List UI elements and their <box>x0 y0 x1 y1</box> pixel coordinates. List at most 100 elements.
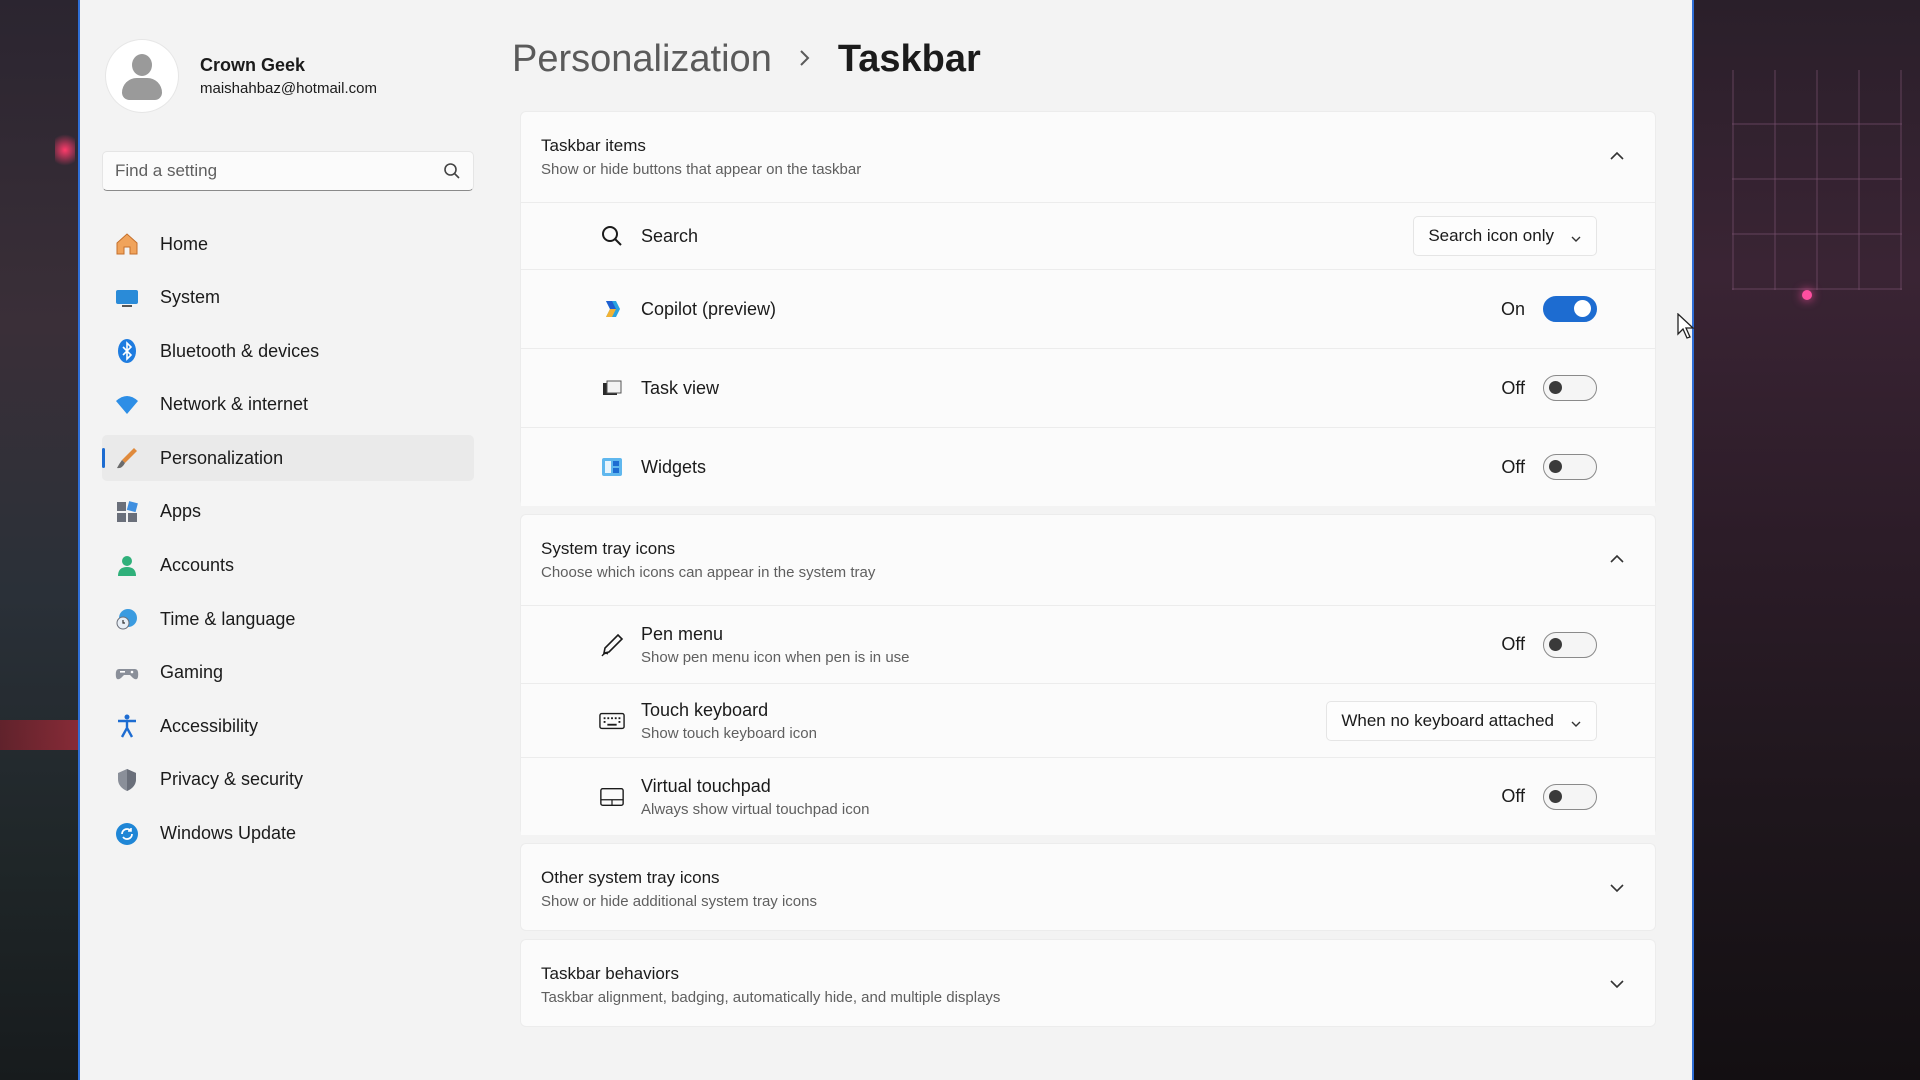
section-subtitle: Choose which icons can appear in the sys… <box>541 564 876 581</box>
accounts-icon <box>114 553 140 579</box>
profile-email: maishahbaz@hotmail.com <box>200 80 377 97</box>
setting-label: Search <box>641 225 699 246</box>
setting-row-search: Search Search icon only <box>521 202 1655 269</box>
chevron-down-icon <box>1570 715 1582 727</box>
section-title: System tray icons <box>541 539 676 558</box>
user-profile[interactable]: Crown Geek maishahbaz@hotmail.com <box>106 40 377 112</box>
taskbar-items-header[interactable]: Taskbar items Show or hide buttons that … <box>521 112 1655 202</box>
breadcrumb-parent[interactable]: Personalization <box>512 38 772 81</box>
wallpaper-right <box>1692 0 1920 1080</box>
keyboard-icon <box>599 708 625 734</box>
shield-icon <box>114 767 140 793</box>
sidebar-item-personalization[interactable]: Personalization <box>102 435 474 482</box>
brush-icon <box>114 445 140 471</box>
touchpad-icon <box>599 784 625 810</box>
setting-label: Copilot (preview) <box>641 298 777 319</box>
task-view-toggle[interactable] <box>1543 375 1597 401</box>
sidebar-item-label: Network & internet <box>160 394 309 415</box>
setting-label: Touch keyboard <box>641 699 769 720</box>
system-icon <box>114 285 140 311</box>
taskbar-behaviors-section[interactable]: Taskbar behaviors Taskbar alignment, bad… <box>520 939 1656 1027</box>
chevron-up-icon[interactable] <box>1609 551 1625 567</box>
avatar <box>106 40 178 112</box>
setting-label: Widgets <box>641 456 707 477</box>
widgets-icon <box>599 454 625 480</box>
sidebar-item-label: Apps <box>160 501 202 522</box>
toggle-state-label: Off <box>1501 377 1525 398</box>
sidebar-item-gaming[interactable]: Gaming <box>102 650 474 696</box>
section-subtitle: Show or hide buttons that appear on the … <box>541 161 862 178</box>
section-title: Other system tray icons <box>541 868 720 887</box>
chevron-up-icon[interactable] <box>1609 148 1625 164</box>
chevron-down-icon <box>1570 230 1582 242</box>
sidebar-item-accounts[interactable]: Accounts <box>102 543 474 589</box>
toggle-state-label: Off <box>1501 634 1525 654</box>
system-tray-header[interactable]: System tray icons Choose which icons can… <box>521 515 1655 605</box>
toggle-state-label: Off <box>1501 456 1525 477</box>
sidebar-item-label: Time & language <box>160 608 296 629</box>
search-box[interactable] <box>102 151 474 191</box>
setting-row-copilot: Copilot (preview) On <box>521 269 1655 348</box>
setting-row-virtual-touchpad: Virtual touchpad Always show virtual tou… <box>521 757 1655 835</box>
toggle-state-label: Off <box>1501 786 1525 806</box>
sidebar-item-label: Home <box>160 233 209 254</box>
sidebar-item-home[interactable]: Home <box>102 221 474 267</box>
chevron-right-icon <box>798 44 812 75</box>
sidebar-item-label: Accounts <box>160 555 235 576</box>
setting-row-task-view: Task view Off <box>521 348 1655 427</box>
bluetooth-icon <box>114 338 140 364</box>
window-grid-decoration <box>1732 70 1902 290</box>
sidebar-item-label: Accessibility <box>160 715 259 736</box>
settings-window: Crown Geek maishahbaz@hotmail.com Home S… <box>80 0 1695 1080</box>
sidebar-item-system[interactable]: System <box>102 275 474 321</box>
widgets-toggle[interactable] <box>1543 454 1597 480</box>
other-tray-header[interactable]: Other system tray icons Show or hide add… <box>521 844 1655 932</box>
sidebar-item-privacy[interactable]: Privacy & security <box>102 757 474 803</box>
sidebar-item-label: Windows Update <box>160 823 297 844</box>
toggle-state-label: On <box>1500 298 1525 319</box>
wifi-icon <box>114 392 140 418</box>
sidebar-item-time-language[interactable]: Time & language <box>102 596 474 642</box>
setting-description: Always show virtual touchpad icon <box>641 800 870 818</box>
sidebar-item-apps[interactable]: Apps <box>102 489 474 535</box>
search-input[interactable] <box>115 161 443 181</box>
task-view-icon <box>599 375 625 401</box>
sidebar-nav: Home System Bluetooth & devices Network … <box>102 221 474 864</box>
search-mode-dropdown[interactable]: Search icon only <box>1413 216 1597 256</box>
chevron-down-icon[interactable] <box>1609 880 1625 896</box>
virtual-touchpad-toggle[interactable] <box>1543 783 1597 810</box>
search-icon[interactable] <box>443 162 461 180</box>
sidebar-item-network[interactable]: Network & internet <box>102 382 474 428</box>
home-icon <box>114 231 140 257</box>
setting-row-pen-menu: Pen menu Show pen menu icon when pen is … <box>521 605 1655 683</box>
page-title: Taskbar <box>837 38 981 80</box>
apps-icon <box>114 499 140 525</box>
setting-row-widgets: Widgets Off <box>521 427 1655 506</box>
system-tray-section: System tray icons Choose which icons can… <box>520 514 1656 835</box>
sidebar-item-accessibility[interactable]: Accessibility <box>102 703 474 749</box>
update-icon <box>114 821 140 847</box>
other-tray-section[interactable]: Other system tray icons Show or hide add… <box>520 843 1656 931</box>
sidebar-item-label: Bluetooth & devices <box>160 340 320 361</box>
copilot-toggle[interactable] <box>1543 296 1597 322</box>
sidebar-item-windows-update[interactable]: Windows Update <box>102 811 474 857</box>
setting-label: Virtual touchpad <box>641 775 771 796</box>
section-subtitle: Taskbar alignment, badging, automaticall… <box>541 989 1001 1006</box>
sidebar-item-label: Gaming <box>160 662 224 683</box>
sidebar-item-label: Personalization <box>160 447 284 468</box>
setting-row-touch-keyboard: Touch keyboard Show touch keyboard icon … <box>521 683 1655 757</box>
copilot-icon <box>599 296 625 322</box>
taskbar-behaviors-header[interactable]: Taskbar behaviors Taskbar alignment, bad… <box>521 940 1655 1028</box>
touch-keyboard-dropdown[interactable]: When no keyboard attached <box>1326 700 1597 741</box>
accessibility-icon <box>114 713 140 739</box>
search-icon <box>599 223 625 249</box>
pen-menu-toggle[interactable] <box>1543 631 1597 658</box>
sidebar-item-label: System <box>160 287 221 308</box>
pen-icon <box>599 632 625 658</box>
chevron-down-icon[interactable] <box>1609 976 1625 992</box>
globe-clock-icon <box>114 606 140 632</box>
sidebar-item-bluetooth[interactable]: Bluetooth & devices <box>102 328 474 374</box>
wallpaper-left <box>0 0 80 1080</box>
breadcrumb: Personalization Taskbar <box>512 38 981 81</box>
mouse-cursor-icon <box>1677 312 1697 341</box>
